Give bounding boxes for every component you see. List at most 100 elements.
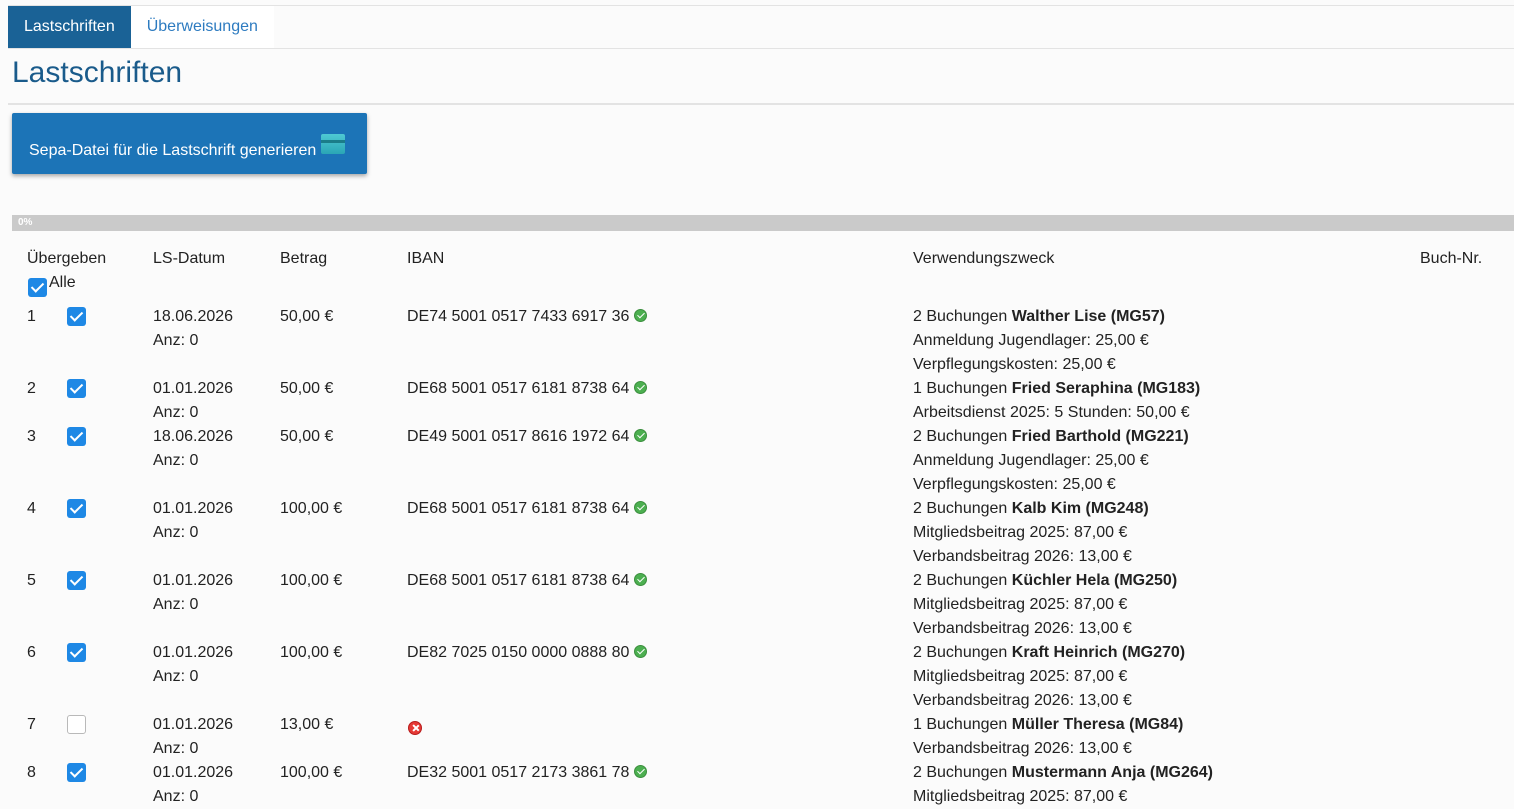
row-transfer-checkbox[interactable] [67,379,86,398]
row-iban-text: DE82 7025 0150 0000 0888 80 [407,644,630,661]
row-count: Anz: 0 [153,788,199,805]
row-purpose-line: Verpflegungskosten: 25,00 € [913,476,1116,493]
row-purpose-line: Verpflegungskosten: 25,00 € [913,356,1116,373]
row-iban-text: DE74 5001 0517 7433 6917 36 [407,308,630,325]
row-member-name: Mustermann Anja (MG264) [1011,764,1213,781]
page-title: Lastschriften [12,56,183,89]
row-number: 1 [27,308,36,325]
row-booking-count: 2 Buchungen [913,644,1008,661]
iban-valid-icon [634,572,648,586]
iban-invalid-icon [408,721,422,735]
row-count: Anz: 0 [153,524,199,541]
row-transfer-checkbox[interactable] [67,571,86,590]
row-purpose-line: Anmeldung Jugendlager: 25,00 € [913,332,1149,349]
select-all-checkbox[interactable] [28,278,47,297]
row-count: Anz: 0 [153,596,199,613]
row-purpose-title: 2 Buchungen Kalb Kim (MG248) [913,497,1149,521]
row-purpose-line: Verbandsbeitrag 2026: 13,00 € [913,740,1132,757]
row-purpose-title: 2 Buchungen Mustermann Anja (MG264) [913,761,1213,785]
row-iban: DE68 5001 0517 6181 8738 64 [407,377,648,401]
row-transfer-checkbox[interactable] [67,499,86,518]
row-transfer-checkbox[interactable] [67,427,86,446]
row-member-name: Fried Seraphina (MG183) [1011,380,1201,397]
row-count: Anz: 0 [153,332,199,349]
row-purpose-title: 1 Buchungen Müller Theresa (MG84) [913,713,1183,737]
row-purpose-line: Arbeitsdienst 2025: 5 Stunden: 50,00 € [913,404,1190,421]
row-purpose-line: Anmeldung Jugendlager: 25,00 € [913,452,1149,469]
row-iban-text: DE68 5001 0517 6181 8738 64 [407,380,630,397]
row-iban: DE82 7025 0150 0000 0888 80 [407,641,648,665]
row-iban-text: DE68 5001 0517 6181 8738 64 [407,572,630,589]
row-iban-text: DE68 5001 0517 6181 8738 64 [407,500,630,517]
row-date: 01.01.2026 [153,716,234,733]
iban-valid-icon [634,500,648,514]
row-iban-text: DE32 5001 0517 2173 3861 78 [407,764,630,781]
row-number: 3 [27,428,36,445]
column-header-betrag: Betrag [280,250,328,267]
row-count: Anz: 0 [153,668,199,685]
row-purpose-title: 1 Buchungen Fried Seraphina (MG183) [913,377,1200,401]
column-header-buch-nr: Buch-Nr. [1420,250,1483,267]
row-number: 2 [27,380,36,397]
row-count: Anz: 0 [153,740,199,757]
tab-lastschriften[interactable]: Lastschriften [8,6,131,48]
credit-card-icon [321,133,346,154]
row-purpose-line: Verbandsbeitrag 2026: 13,00 € [913,620,1132,637]
row-purpose-title: 2 Buchungen Kraft Heinrich (MG270) [913,641,1185,665]
row-booking-count: 2 Buchungen [913,428,1008,445]
row-amount: 100,00 € [280,764,343,781]
title-divider [8,103,1514,105]
row-member-name: Kalb Kim (MG248) [1011,500,1149,517]
row-member-name: Müller Theresa (MG84) [1011,716,1184,733]
row-booking-count: 1 Buchungen [913,716,1008,733]
column-header-iban: IBAN [407,250,445,267]
row-purpose-title: 2 Buchungen Walther Lise (MG57) [913,305,1165,329]
row-purpose-line: Mitgliedsbeitrag 2025: 87,00 € [913,788,1128,805]
row-iban: DE32 5001 0517 2173 3861 78 [407,761,648,785]
row-number: 7 [27,716,36,733]
row-transfer-checkbox[interactable] [67,307,86,326]
row-amount: 100,00 € [280,572,343,589]
row-iban: DE68 5001 0517 6181 8738 64 [407,497,648,521]
row-number: 8 [27,764,36,781]
row-purpose-title: 2 Buchungen Küchler Hela (MG250) [913,569,1177,593]
row-date: 18.06.2026 [153,428,234,445]
row-date: 01.01.2026 [153,572,234,589]
row-date: 18.06.2026 [153,308,234,325]
iban-valid-icon [634,644,648,658]
row-booking-count: 2 Buchungen [913,572,1008,589]
row-transfer-checkbox[interactable] [67,763,86,782]
row-iban: DE68 5001 0517 6181 8738 64 [407,569,648,593]
iban-valid-icon [634,764,648,778]
row-transfer-checkbox[interactable] [67,715,86,734]
row-booking-count: 2 Buchungen [913,764,1008,781]
row-iban-text: DE49 5001 0517 8616 1972 64 [407,428,630,445]
tab-ueberweisungen[interactable]: Überweisungen [130,6,274,48]
row-date: 01.01.2026 [153,380,234,397]
row-member-name: Kraft Heinrich (MG270) [1011,644,1186,661]
row-count: Anz: 0 [153,404,199,421]
progress-label: 0% [18,217,33,228]
row-amount: 50,00 € [280,428,334,445]
iban-valid-icon [634,308,648,322]
column-header-uebergeben: Übergeben [27,250,107,267]
generate-sepa-file-button[interactable]: Sepa-Datei für die Lastschrift generiere… [12,113,367,174]
row-date: 01.01.2026 [153,500,234,517]
row-booking-count: 2 Buchungen [913,500,1008,517]
row-purpose-line: Mitgliedsbeitrag 2025: 87,00 € [913,668,1128,685]
row-number: 4 [27,500,36,517]
column-header-verwendungszweck: Verwendungszweck [913,250,1055,267]
row-member-name: Fried Barthold (MG221) [1011,428,1189,445]
tab-bar: Lastschriften Überweisungen [8,6,1514,49]
column-header-ls-datum: LS-Datum [153,250,226,267]
row-member-name: Walther Lise (MG57) [1011,308,1165,325]
select-all-label: Alle [49,274,76,291]
row-transfer-checkbox[interactable] [67,643,86,662]
row-purpose-line: Verbandsbeitrag 2026: 13,00 € [913,548,1132,565]
progress-bar: 0% [12,215,1514,231]
generate-sepa-file-label: Sepa-Datei für die Lastschrift generiere… [29,141,317,159]
row-booking-count: 2 Buchungen [913,308,1008,325]
row-iban: DE74 5001 0517 7433 6917 36 [407,305,648,329]
row-amount: 100,00 € [280,500,343,517]
row-iban: DE49 5001 0517 8616 1972 64 [407,425,648,449]
